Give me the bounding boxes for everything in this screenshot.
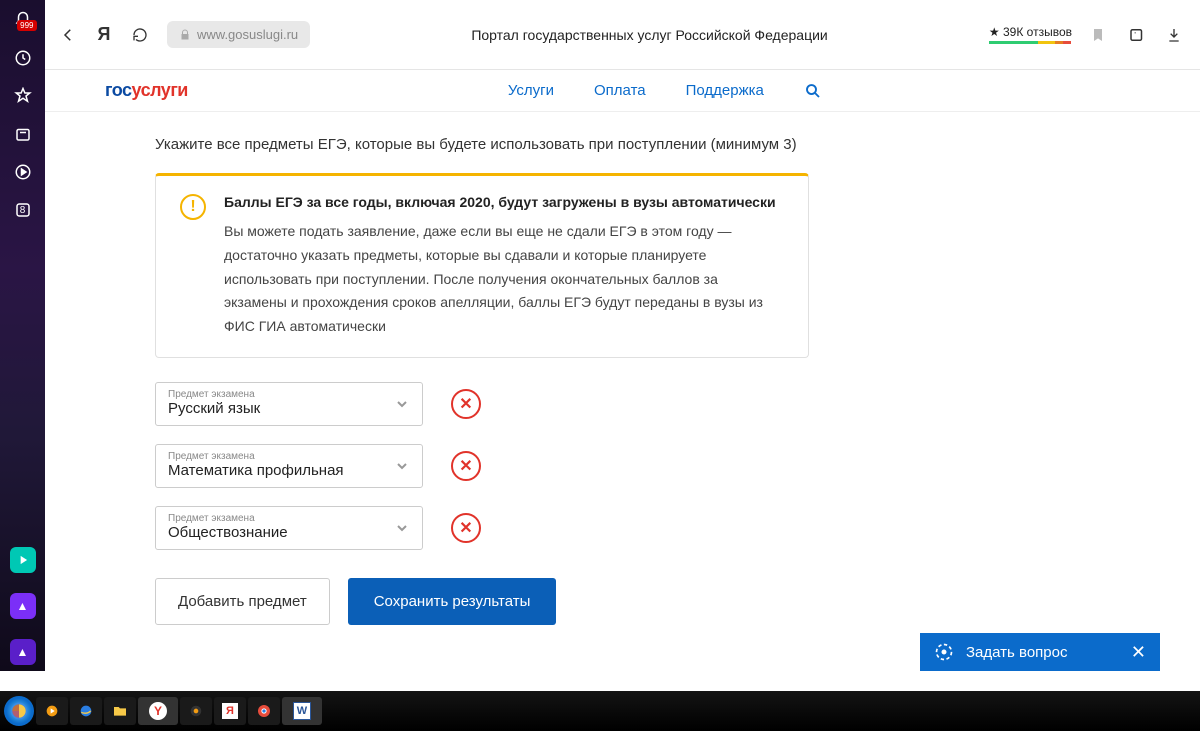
nav-services[interactable]: Услуги <box>508 82 554 99</box>
remove-subject-3[interactable]: ✕ <box>451 513 481 543</box>
info-panel: ! Баллы ЕГЭ за все годы, включая 2020, б… <box>155 173 809 358</box>
remove-subject-1[interactable]: ✕ <box>451 389 481 419</box>
select-label: Предмет экзамена <box>168 451 410 462</box>
badge-8-icon[interactable]: 8 <box>11 198 35 222</box>
chevron-down-icon <box>394 396 410 412</box>
nav-payment[interactable]: Оплата <box>594 82 646 99</box>
os-sidebar: 999 8 ▲ ▲ <box>0 0 45 671</box>
taskbar-yandex[interactable]: Y <box>138 697 178 725</box>
info-icon: ! <box>180 194 206 220</box>
taskbar-explorer[interactable] <box>104 697 136 725</box>
select-value: Математика профильная <box>168 462 410 479</box>
browser-toolbar: Я www.gosuslugi.ru Портал государственны… <box>45 0 1200 70</box>
search-icon[interactable] <box>804 82 822 100</box>
play-icon[interactable] <box>11 160 35 184</box>
yandex-home-button[interactable]: Я <box>95 26 113 44</box>
extension-icon[interactable] <box>1128 26 1148 44</box>
site-header: госуслуги Услуги Оплата Поддержка <box>45 70 1200 112</box>
reload-button[interactable] <box>131 26 149 44</box>
lock-icon <box>179 29 191 41</box>
select-value: Обществознание <box>168 524 410 541</box>
history-icon[interactable] <box>11 46 35 70</box>
taskbar-chrome[interactable] <box>248 697 280 725</box>
save-results-button[interactable]: Сохранить результаты <box>348 578 557 625</box>
chat-label: Задать вопрос <box>966 644 1067 661</box>
info-title: Баллы ЕГЭ за все годы, включая 2020, буд… <box>224 194 784 210</box>
select-label: Предмет экзамена <box>168 513 410 524</box>
url-text: www.gosuslugi.ru <box>197 27 298 42</box>
info-body: Вы можете подать заявление, даже если вы… <box>224 220 784 339</box>
chevron-down-icon <box>394 458 410 474</box>
start-button[interactable] <box>4 696 34 726</box>
subject-select-3[interactable]: Предмет экзамена Обществознание <box>155 506 423 550</box>
chat-widget[interactable]: Задать вопрос ✕ <box>920 633 1160 671</box>
instruction-text: Укажите все предметы ЕГЭ, которые вы буд… <box>155 136 1090 153</box>
add-subject-button[interactable]: Добавить предмет <box>155 578 330 625</box>
subject-select-2[interactable]: Предмет экзамена Математика профильная <box>155 444 423 488</box>
page-title: Портал государственных услуг Российской … <box>328 27 971 43</box>
download-icon[interactable] <box>1166 27 1186 43</box>
remove-subject-2[interactable]: ✕ <box>451 451 481 481</box>
site-logo[interactable]: госуслуги <box>105 80 188 101</box>
bookmark-icon[interactable] <box>1090 27 1110 43</box>
notification-badge: 999 <box>17 20 36 31</box>
subject-select-1[interactable]: Предмет экзамена Русский язык <box>155 382 423 426</box>
select-value: Русский язык <box>168 400 410 417</box>
main-content: Укажите все предметы ЕГЭ, которые вы буд… <box>45 112 1200 671</box>
taskbar-mediaplayer[interactable] <box>36 697 68 725</box>
app-shortcut-2[interactable]: ▲ <box>10 593 36 619</box>
top-nav: Услуги Оплата Поддержка <box>508 82 822 100</box>
taskbar-ie[interactable] <box>70 697 102 725</box>
subject-row: Предмет экзамена Математика профильная ✕ <box>155 444 1090 488</box>
app-shortcut-3[interactable]: ▲ <box>10 639 36 665</box>
chevron-down-icon <box>394 520 410 536</box>
notifications-icon[interactable]: 999 <box>11 8 35 32</box>
taskbar: Y Я W <box>0 671 1200 731</box>
nav-support[interactable]: Поддержка <box>686 82 764 99</box>
taskbar-app-red[interactable]: Я <box>214 697 246 725</box>
select-label: Предмет экзамена <box>168 389 410 400</box>
address-bar[interactable]: www.gosuslugi.ru <box>167 21 310 48</box>
headset-icon <box>934 642 954 662</box>
collections-icon[interactable] <box>11 122 35 146</box>
subject-row: Предмет экзамена Обществознание ✕ <box>155 506 1090 550</box>
reviews-widget[interactable]: ★ 39К отзывов <box>989 25 1072 44</box>
close-icon[interactable]: ✕ <box>1131 642 1146 663</box>
subject-row: Предмет экзамена Русский язык ✕ <box>155 382 1090 426</box>
app-shortcut-1[interactable] <box>10 547 36 573</box>
back-button[interactable] <box>59 26 77 44</box>
taskbar-app-orange[interactable] <box>180 697 212 725</box>
bookmark-star-icon[interactable] <box>11 84 35 108</box>
action-row: Добавить предмет Сохранить результаты <box>155 578 1090 625</box>
taskbar-word[interactable]: W <box>282 697 322 725</box>
